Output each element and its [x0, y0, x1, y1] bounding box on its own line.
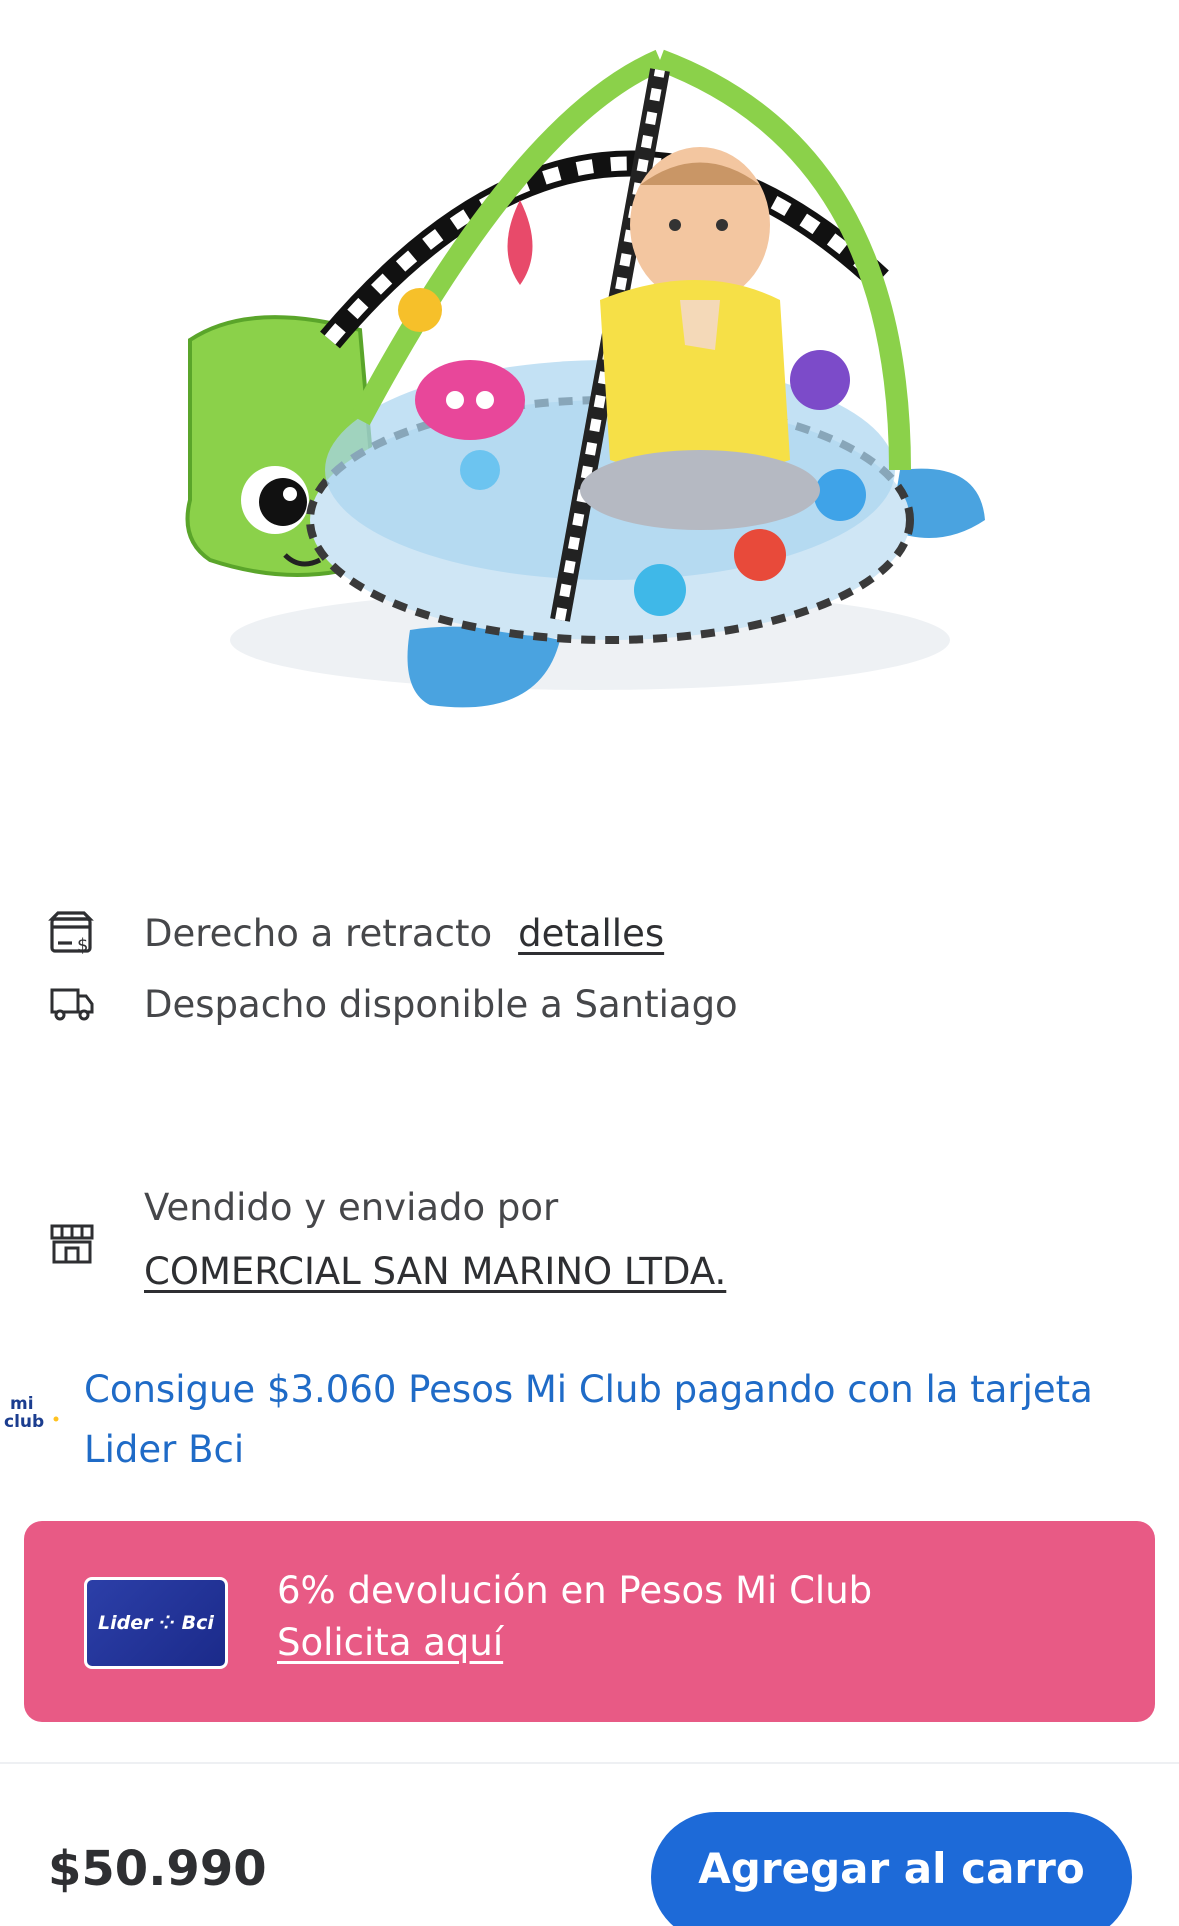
product-photo-illustration	[185, 49, 985, 708]
product-image[interactable]	[0, 0, 1179, 850]
add-to-cart-button[interactable]: Agregar al carro	[651, 1812, 1132, 1926]
storefront-icon	[50, 1224, 94, 1264]
lider-bci-promo-banner[interactable]: Lider ⁘ Bci 6% devolución en Pesos Mi Cl…	[24, 1521, 1155, 1722]
return-policy-label: Derecho a retracto	[144, 911, 493, 955]
svg-text:$: $	[77, 935, 88, 956]
miclub-rewards-message: Consigue $3.060 Pesos Mi Club pagando co…	[84, 1368, 1093, 1471]
svg-text:club: club	[4, 1412, 44, 1432]
seller-label: Vendido y enviado por	[144, 1186, 559, 1229]
lider-bci-card-logo: Lider ⁘ Bci	[84, 1577, 228, 1669]
product-price: $50.990	[48, 1841, 267, 1897]
return-policy-details-link[interactable]: detalles	[518, 912, 664, 955]
add-to-cart-label: Agregar al carro	[698, 1844, 1085, 1893]
promo-apply-link[interactable]: Solicita aquí	[277, 1621, 503, 1664]
truck-icon	[50, 988, 94, 1021]
promo-title: 6% devolución en Pesos Mi Club	[277, 1569, 873, 1612]
footer-divider	[0, 1762, 1179, 1764]
store-return-icon: $	[48, 911, 94, 956]
return-policy-row: $ Derecho a retracto detalles	[48, 909, 664, 957]
shipping-label: Despacho disponible a Santiago	[144, 982, 738, 1026]
seller-name-link[interactable]: COMERCIAL SAN MARINO LTDA.	[144, 1250, 726, 1293]
miclub-logo: mi club	[4, 1394, 59, 1432]
svg-text:mi: mi	[10, 1394, 34, 1414]
shipping-row: Despacho disponible a Santiago	[48, 980, 738, 1028]
